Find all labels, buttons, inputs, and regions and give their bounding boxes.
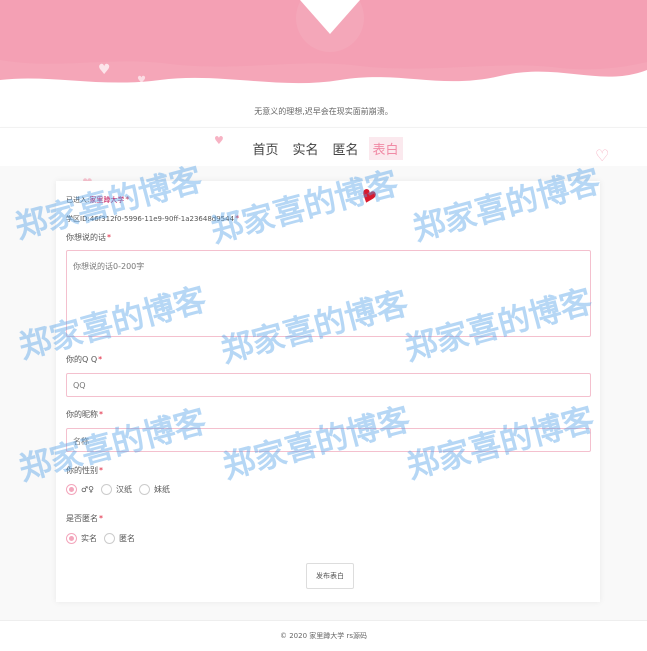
nickname-label: 你的昵称* <box>66 410 103 419</box>
school-link[interactable]: 家里蹲大学 <box>89 196 124 204</box>
gender-option-any[interactable]: ♂♀ <box>66 484 94 495</box>
main-navbar: 首页 实名 匿名 表白 <box>0 127 647 167</box>
entered-school-line: 已进入:家里蹲大学* <box>66 195 129 205</box>
publish-button[interactable]: 发布表白 <box>306 563 354 589</box>
anonymous-label: 是否匿名* <box>66 514 103 523</box>
nav-item-anonymous[interactable]: 匿名 <box>329 137 363 160</box>
nav-item-realname[interactable]: 实名 <box>288 137 322 160</box>
anon-option-anonymous[interactable]: 匿名 <box>104 533 135 544</box>
radio-button[interactable] <box>101 484 113 495</box>
qq-label: 你的Q Q* <box>66 355 103 364</box>
nav-item-confess[interactable]: 表白 <box>368 137 403 160</box>
radio-button[interactable] <box>139 484 151 495</box>
radio-button[interactable] <box>104 533 115 544</box>
anonymous-radio-group: 实名 匿名 <box>66 533 142 544</box>
required-mark: * <box>125 195 130 204</box>
radio-button[interactable] <box>66 533 77 544</box>
gender-option-female[interactable]: 妹纸 <box>139 484 170 495</box>
site-motto: 无意义的理想,迟早会在现实面前崩溃。 <box>254 107 393 116</box>
gender-option-male[interactable]: 汉纸 <box>101 484 132 495</box>
entered-prefix: 已进入: <box>66 196 90 204</box>
gender-label: 你的性别* <box>66 466 103 475</box>
nav-item-home[interactable]: 首页 <box>248 137 282 160</box>
nickname-input[interactable]: 名称 <box>66 428 591 452</box>
message-label: 你想说的话* <box>66 233 111 242</box>
radio-button[interactable] <box>66 484 77 495</box>
gender-radio-group: ♂♀ 汉纸 妹纸 <box>66 484 177 495</box>
anon-option-realname[interactable]: 实名 <box>66 533 97 544</box>
confession-form-card: 已进入:家里蹲大学* 学区ID:46f312f0-5996-11e9-90ff-… <box>56 181 600 602</box>
qq-input[interactable]: QQ <box>66 373 591 397</box>
required-mark: * <box>235 214 240 223</box>
hero-banner <box>0 0 647 90</box>
school-id-line: 学区ID:46f312f0-5996-11e9-90ff-1a23648d954… <box>66 214 239 224</box>
message-textarea[interactable]: 你想说的话0-200字 <box>66 250 591 337</box>
page-footer: © 2020 家里蹲大学 rs源码 <box>0 620 647 648</box>
hero-wave-graphic <box>0 0 647 84</box>
school-id-text: 学区ID:46f312f0-5996-11e9-90ff-1a23648d954… <box>66 215 235 223</box>
